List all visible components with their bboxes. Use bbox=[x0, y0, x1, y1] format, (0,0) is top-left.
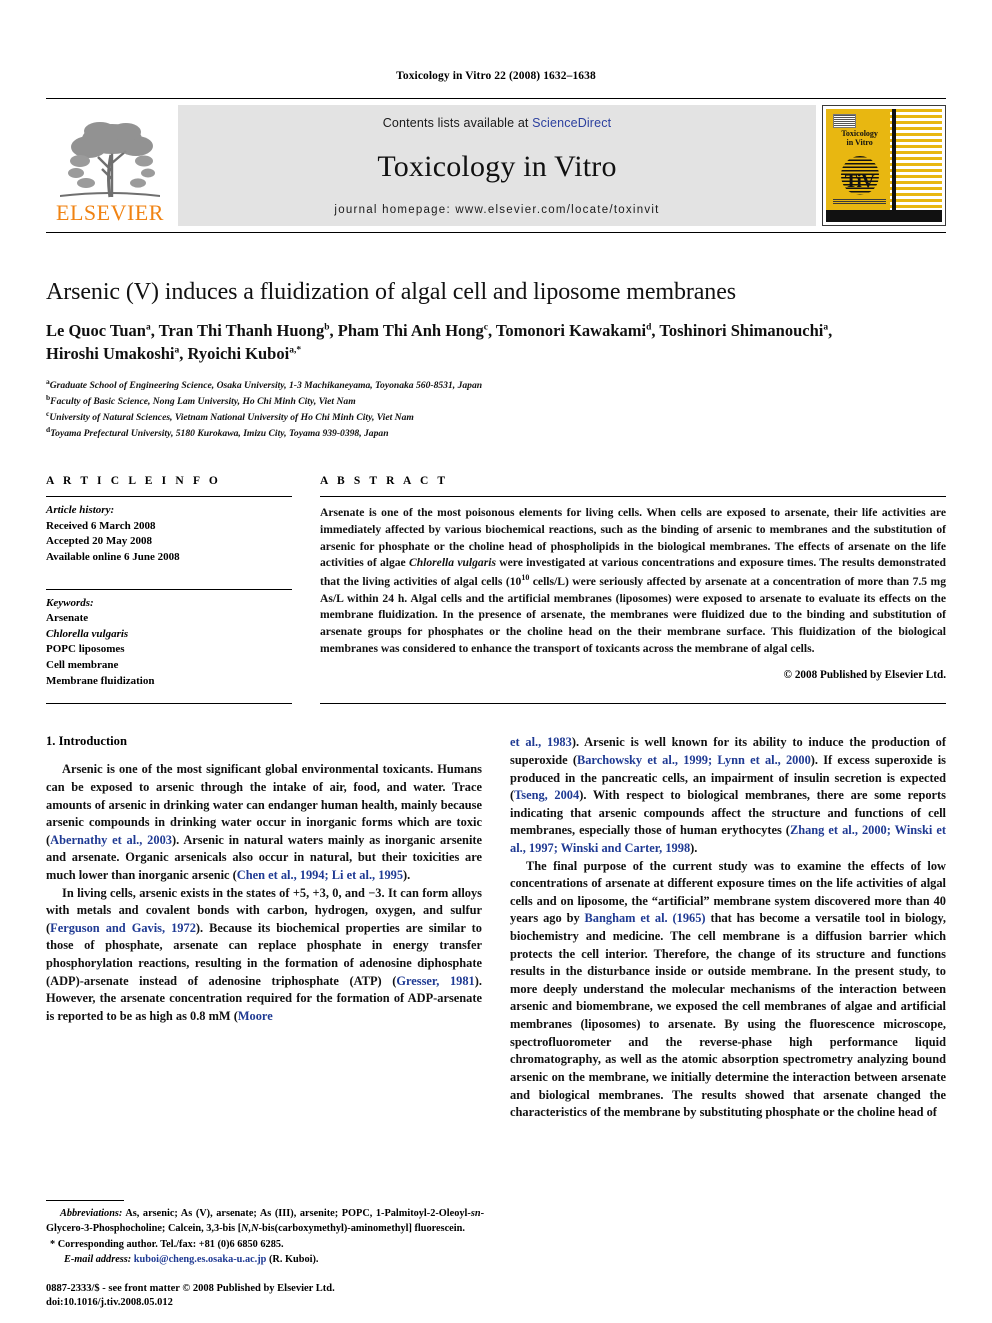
cover-thumbnail-swatch bbox=[832, 113, 857, 129]
corresponding-author-note: * Corresponding author. Tel./fax: +81 (0… bbox=[50, 1239, 284, 1251]
elsevier-tree-icon bbox=[54, 113, 166, 201]
journal-homepage-link[interactable]: journal homepage: www.elsevier.com/locat… bbox=[334, 204, 659, 216]
abstract-heading: A B S T R A C T bbox=[320, 475, 449, 488]
journal-band: Contents lists available at ScienceDirec… bbox=[178, 105, 816, 226]
journal-masthead: ELSEVIER Contents lists available at Sci… bbox=[46, 98, 946, 233]
email-link[interactable]: kuboi@cheng.es.osaka-u.ac.jp bbox=[134, 1254, 267, 1265]
cover-journal-title: Toxicology in Vitro bbox=[829, 130, 889, 147]
page-title: Arsenic (V) induces a fluidization of al… bbox=[46, 279, 737, 305]
issn-doi-block: 0887-2333/$ - see front matter © 2008 Pu… bbox=[46, 1282, 335, 1311]
introduction-heading: 1. Introduction bbox=[46, 734, 127, 749]
article-history-received: Received 6 March 2008 bbox=[46, 519, 156, 532]
keywords-group: Keywords: Arsenate Chlorella vulgaris PO… bbox=[46, 596, 292, 690]
section-divider-rules bbox=[46, 703, 946, 705]
author-list: Le Quoc Tuana, Tran Thi Thanh Huongb, Ph… bbox=[46, 321, 833, 364]
running-head: Toxicology in Vitro 22 (2008) 1632–1638 bbox=[396, 70, 596, 82]
keywords-rule bbox=[46, 588, 292, 590]
article-history-online: Available online 6 June 2008 bbox=[46, 551, 180, 564]
body-columns: 1. Introduction Arsenic is one of the mo… bbox=[46, 734, 946, 1121]
affiliation-c: cUniversity of Natural Sciences, Vietnam… bbox=[46, 409, 946, 425]
article-info-column: A R T I C L E I N F O Article history: R… bbox=[46, 475, 292, 689]
cover-spine-divider bbox=[891, 109, 896, 222]
article-history-group: Article history: Received 6 March 2008 A… bbox=[46, 503, 292, 565]
keyword-item: Arsenate bbox=[46, 612, 89, 625]
intro-paragraph: The final purpose of the current study w… bbox=[510, 858, 946, 1120]
intro-paragraph: et al., 1983). Arsenic is well known for… bbox=[510, 735, 947, 855]
sciencedirect-link[interactable]: ScienceDirect bbox=[532, 116, 611, 130]
email-label: E-mail address: bbox=[64, 1253, 132, 1265]
keyword-item: POPC liposomes bbox=[46, 643, 125, 656]
intro-paragraph: Arsenic is one of the most significant g… bbox=[46, 762, 483, 882]
journal-title: Toxicology in Vitro bbox=[377, 150, 617, 183]
keyword-item: Cell membrane bbox=[46, 659, 119, 672]
abstract-text: Arsenate is one of the most poisonous el… bbox=[320, 506, 947, 655]
doi-line: doi:10.1016/j.tiv.2008.05.012 bbox=[46, 1297, 173, 1309]
affiliation-a: aGraduate School of Engineering Science,… bbox=[46, 377, 946, 393]
cover-bottom-bar bbox=[826, 209, 942, 222]
keywords-label: Keywords: bbox=[46, 596, 94, 609]
abstract-rule bbox=[320, 496, 946, 498]
affiliation-text-d: Toyama Prefectural University, 5180 Kuro… bbox=[50, 428, 389, 440]
cover-title-line-2: in Vitro bbox=[846, 137, 873, 147]
elsevier-wordmark: ELSEVIER bbox=[56, 200, 164, 225]
cover-footer-lines bbox=[832, 199, 887, 204]
elsevier-logo: ELSEVIER bbox=[46, 105, 174, 226]
affiliation-list: aGraduate School of Engineering Science,… bbox=[46, 377, 946, 441]
body-column-right: et al., 1983). Arsenic is well known for… bbox=[510, 734, 946, 1121]
journal-article-page: Toxicology in Vitro 22 (2008) 1632–1638 bbox=[0, 0, 992, 1323]
article-history-accepted: Accepted 20 May 2008 bbox=[46, 535, 153, 548]
email-note: E-mail address: kuboi@cheng.es.osaka-u.a… bbox=[46, 1253, 484, 1267]
footnote-block: Abbreviations: As, arsenic; As (V), arse… bbox=[46, 1200, 484, 1267]
journal-cover-thumbnail: Toxicology in Vitro TiV bbox=[822, 105, 946, 226]
cover-tiv-logo: TiV bbox=[844, 171, 875, 193]
abstract-copyright: © 2008 Published by Elsevier Ltd. bbox=[783, 669, 946, 682]
article-info-heading: A R T I C L E I N F O bbox=[46, 475, 221, 488]
contents-prefix: Contents lists available at bbox=[382, 116, 533, 130]
affiliation-b: bFaculty of Basic Science, Nong Lam Univ… bbox=[46, 393, 946, 409]
email-suffix: (R. Kuboi). bbox=[268, 1253, 319, 1265]
article-info-rule bbox=[46, 496, 292, 498]
affiliation-text-c: University of Natural Sciences, Vietnam … bbox=[49, 412, 414, 424]
cover-stripes bbox=[889, 109, 942, 222]
keyword-item: Chlorella vulgaris bbox=[46, 627, 129, 640]
abbreviations-note: Abbreviations: As, arsenic; As (V), arse… bbox=[46, 1208, 484, 1234]
contents-available-line: Contents lists available at ScienceDirec… bbox=[383, 116, 611, 130]
issn-line: 0887-2333/$ - see front matter © 2008 Pu… bbox=[46, 1282, 335, 1294]
intro-paragraph: In living cells, arsenic exists in the s… bbox=[46, 885, 482, 1023]
abstract-column: A B S T R A C T Arsenate is one of the m… bbox=[320, 475, 946, 689]
body-column-left: 1. Introduction Arsenic is one of the mo… bbox=[46, 734, 482, 1121]
affiliation-text-a: Graduate School of Engineering Science, … bbox=[49, 380, 483, 392]
divider-left bbox=[46, 703, 292, 705]
article-history-label: Article history: bbox=[46, 504, 115, 517]
info-abstract-row: A R T I C L E I N F O Article history: R… bbox=[46, 475, 946, 689]
title-block: Arsenic (V) induces a fluidization of al… bbox=[46, 278, 946, 441]
footnote-rule bbox=[46, 1200, 124, 1202]
affiliation-text-b: Faculty of Basic Science, Nong Lam Unive… bbox=[50, 396, 356, 408]
keyword-item: Membrane fluidization bbox=[46, 674, 155, 687]
divider-right bbox=[320, 703, 946, 705]
affiliation-d: dToyama Prefectural University, 5180 Kur… bbox=[46, 425, 946, 441]
